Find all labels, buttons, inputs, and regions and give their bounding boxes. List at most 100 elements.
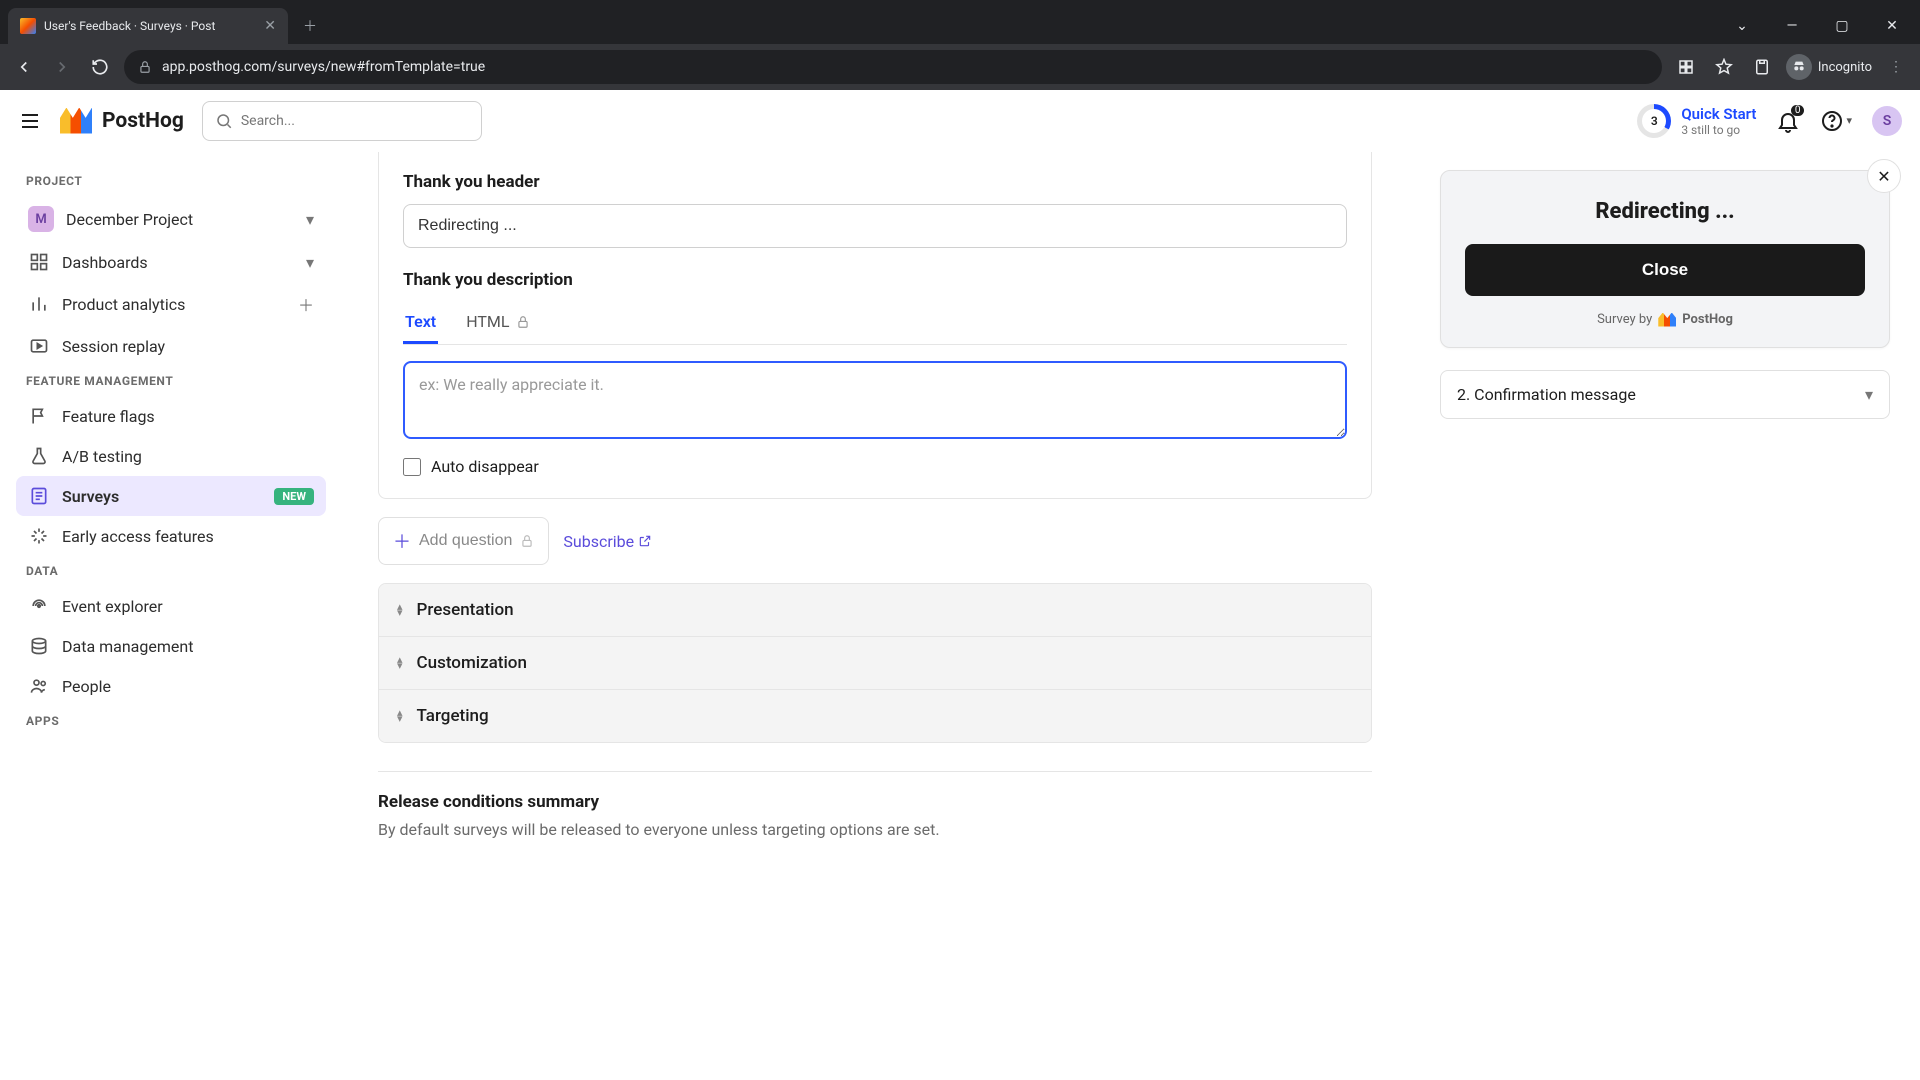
search-icon — [215, 112, 233, 130]
accordion-presentation[interactable]: ▴▾ Presentation — [379, 584, 1371, 637]
notification-count: 0 — [1791, 105, 1805, 116]
bar-chart-icon — [28, 294, 50, 314]
sidebar-item-dashboards[interactable]: Dashboards ▾ — [16, 242, 326, 282]
lock-icon — [520, 534, 534, 548]
close-window-icon[interactable]: ✕ — [1870, 12, 1914, 40]
chevron-down-icon: ▾ — [1846, 114, 1852, 127]
accordion-targeting[interactable]: ▴▾ Targeting — [379, 690, 1371, 742]
notifications-button[interactable]: 0 — [1776, 109, 1800, 133]
install-icon[interactable] — [1748, 53, 1776, 81]
progress-count: 3 — [1642, 109, 1666, 133]
preview-close-button[interactable]: ✕ — [1867, 159, 1901, 193]
sidebar: PROJECT M December Project ▾ Dashboards … — [0, 152, 340, 1080]
logo-mark-icon — [60, 108, 92, 134]
forward-icon[interactable] — [48, 53, 76, 81]
address-input[interactable]: app.posthog.com/surveys/new#fromTemplate… — [124, 50, 1662, 84]
add-question-label: Add question — [419, 532, 512, 550]
sidebar-item-label: A/B testing — [62, 447, 142, 466]
settings-accordion: ▴▾ Presentation ▴▾ Customization ▴▾ Targ… — [378, 583, 1372, 743]
sidebar-item-label: Session replay — [62, 337, 165, 356]
posthog-logo[interactable]: PostHog — [60, 108, 184, 134]
brand-text: PostHog — [1682, 312, 1733, 327]
new-tab-button[interactable]: ＋ — [296, 12, 324, 40]
auto-disappear-input[interactable] — [403, 458, 421, 476]
release-conditions-desc: By default surveys will be released to e… — [378, 820, 1372, 839]
user-avatar[interactable]: S — [1872, 106, 1902, 136]
menu-toggle-icon[interactable] — [18, 109, 42, 133]
sidebar-item-event-explorer[interactable]: Event explorer — [16, 586, 326, 626]
sidebar-item-early-access[interactable]: Early access features — [16, 516, 326, 556]
preview-step-selector[interactable]: 2. Confirmation message ▾ — [1440, 370, 1890, 419]
auto-disappear-checkbox[interactable]: Auto disappear — [403, 457, 1347, 476]
avatar-letter: S — [1883, 113, 1892, 129]
quick-start-title: Quick Start — [1681, 105, 1756, 123]
survey-by-text: Survey by — [1597, 312, 1652, 327]
bookmark-icon[interactable] — [1710, 53, 1738, 81]
lock-icon — [516, 315, 530, 329]
back-icon[interactable] — [10, 53, 38, 81]
browser-address-bar: app.posthog.com/surveys/new#fromTemplate… — [0, 44, 1920, 90]
sidebar-item-label: Event explorer — [62, 597, 163, 616]
quick-start-button[interactable]: 3 Quick Start 3 still to go — [1637, 104, 1756, 138]
incognito-indicator[interactable]: Incognito — [1786, 54, 1872, 80]
tab-text[interactable]: Text — [403, 302, 438, 344]
help-button[interactable]: ▾ — [1820, 109, 1852, 133]
sidebar-item-surveys[interactable]: Surveys NEW — [16, 476, 326, 516]
database-icon — [28, 636, 50, 656]
sidebar-item-people[interactable]: People — [16, 666, 326, 706]
close-icon: ✕ — [1877, 167, 1890, 186]
thank-you-card: Thank you header Thank you description T… — [378, 152, 1372, 499]
sidebar-heading-apps: APPS — [16, 706, 326, 736]
expand-icon: ▴▾ — [397, 604, 403, 616]
accordion-customization[interactable]: ▴▾ Customization — [379, 637, 1371, 690]
sidebar-item-label: Surveys — [62, 487, 119, 506]
maximize-icon[interactable]: ▢ — [1820, 12, 1864, 40]
logo-text: PostHog — [102, 109, 184, 133]
sidebar-item-session-replay[interactable]: Session replay — [16, 326, 326, 366]
extensions-icon[interactable] — [1672, 53, 1700, 81]
sparkle-icon — [28, 526, 50, 546]
minimize-icon[interactable]: ― — [1770, 12, 1814, 40]
quick-start-subtitle: 3 still to go — [1681, 123, 1756, 137]
sidebar-item-label: Early access features — [62, 527, 214, 546]
app-header: PostHog Search... 3 Quick Start 3 still … — [0, 90, 1920, 152]
chevron-down-icon: ▾ — [306, 210, 314, 229]
plus-icon[interactable]: ＋ — [298, 292, 314, 316]
sidebar-project-selector[interactable]: M December Project ▾ — [16, 196, 326, 242]
chevron-down-icon[interactable]: ⌄ — [1720, 12, 1764, 40]
survey-attribution: Survey by PostHog — [1465, 312, 1865, 327]
sidebar-heading-feature: FEATURE MANAGEMENT — [16, 366, 326, 396]
kebab-menu-icon[interactable]: ⋮ — [1882, 53, 1910, 81]
posthog-mini-logo-icon — [1658, 313, 1676, 327]
sidebar-item-label: Product analytics — [62, 295, 185, 314]
main-content: Thank you header Thank you description T… — [340, 152, 1410, 1080]
sidebar-item-data-management[interactable]: Data management — [16, 626, 326, 666]
search-input[interactable]: Search... — [202, 101, 482, 141]
expand-icon: ▴▾ — [397, 657, 403, 669]
tab-html[interactable]: HTML — [464, 302, 531, 344]
thank-you-desc-input[interactable] — [403, 361, 1347, 439]
broadcast-icon — [28, 596, 50, 616]
preview-close-action-button[interactable]: Close — [1465, 244, 1865, 296]
thank-you-header-input[interactable] — [403, 204, 1347, 248]
preview-panel: ✕ Redirecting ... Close Survey by PostHo… — [1410, 152, 1920, 1080]
step-select-label: 2. Confirmation message — [1457, 385, 1636, 404]
lock-icon — [138, 60, 152, 74]
plus-icon: ＋ — [393, 528, 411, 554]
subscribe-label: Subscribe — [563, 532, 634, 551]
sidebar-item-product-analytics[interactable]: Product analytics ＋ — [16, 282, 326, 326]
close-tab-icon[interactable]: ✕ — [264, 18, 276, 34]
add-question-button[interactable]: ＋ Add question — [378, 517, 549, 565]
subscribe-link[interactable]: Subscribe — [563, 532, 652, 551]
reload-icon[interactable] — [86, 53, 114, 81]
sidebar-item-feature-flags[interactable]: Feature flags — [16, 396, 326, 436]
browser-tab[interactable]: User's Feedback · Surveys · Post ✕ — [8, 8, 288, 44]
window-controls: ⌄ ― ▢ ✕ — [1720, 12, 1920, 44]
chevron-down-icon: ▾ — [1865, 385, 1873, 404]
people-icon — [28, 676, 50, 696]
incognito-label: Incognito — [1818, 60, 1872, 75]
tab-title: User's Feedback · Surveys · Post — [44, 19, 215, 33]
sidebar-item-ab-testing[interactable]: A/B testing — [16, 436, 326, 476]
chevron-down-icon: ▾ — [306, 253, 314, 272]
sidebar-item-label: People — [62, 677, 111, 696]
